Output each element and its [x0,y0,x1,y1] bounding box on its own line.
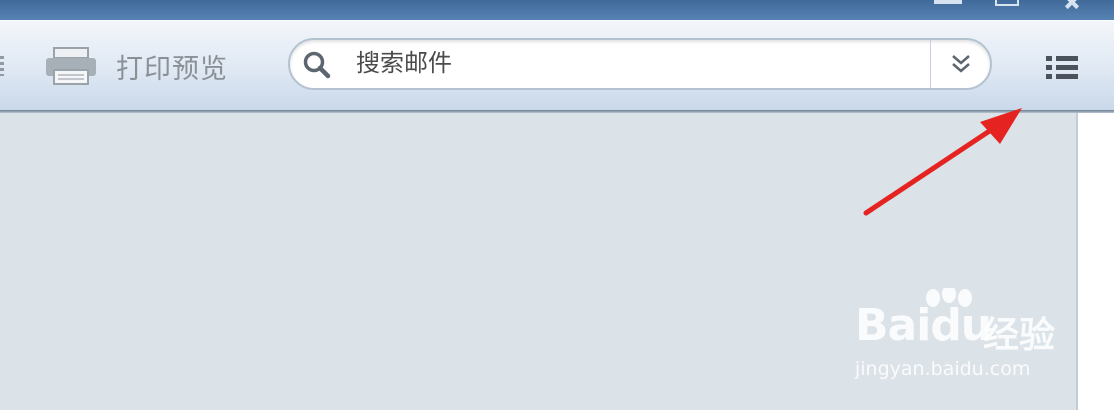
watermark-brand-cn: 经验 [983,315,1056,356]
printer-icon [46,47,96,85]
baidu-watermark: Baidu 经验 jingyan.baidu.com [855,288,1065,388]
search-input[interactable] [354,42,1114,84]
toolbar-overflow-edge [0,56,4,76]
search-options-button[interactable] [931,40,990,88]
scrollbar-track[interactable] [1076,113,1114,410]
watermark-url: jingyan.baidu.com [855,358,1031,380]
maximize-icon[interactable] [995,0,1019,6]
search-icon[interactable] [302,50,332,80]
double-chevron-down-icon [951,55,970,73]
search-box[interactable] [288,38,1114,90]
print-preview-button[interactable]: 打印预览 [44,46,228,86]
watermark-brand: Baidu [855,300,992,351]
annotation-arrow [863,108,1022,216]
minimize-icon[interactable] [934,0,962,4]
close-icon[interactable] [1058,0,1088,8]
title-bar [0,0,1114,20]
print-preview-label: 打印预览 [116,53,228,85]
list-menu-icon[interactable] [1042,52,1082,84]
